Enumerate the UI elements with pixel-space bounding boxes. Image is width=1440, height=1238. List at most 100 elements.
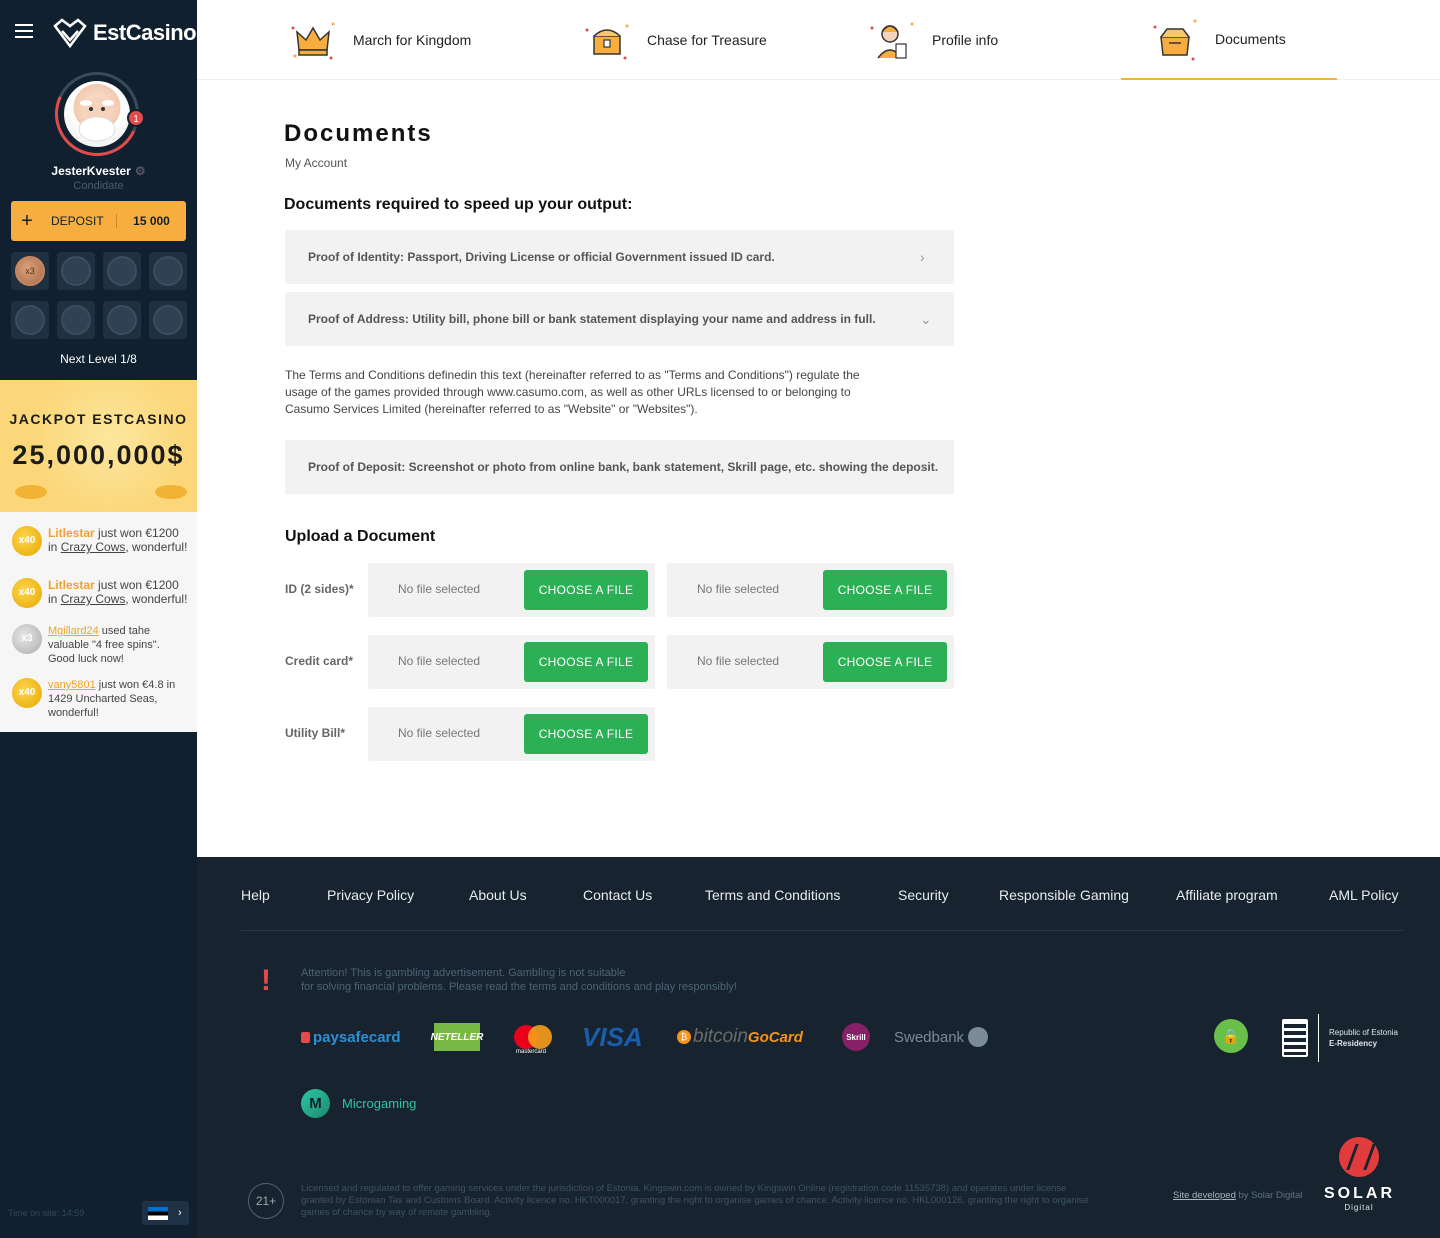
locked-coin-icon [61, 305, 91, 335]
choose-file-button[interactable]: CHOOSE A FILE [524, 570, 648, 610]
level-slot[interactable]: x3 [11, 252, 49, 290]
footer-link-aml[interactable]: AML Policy [1329, 887, 1399, 903]
footer-link-affiliate[interactable]: Affiliate program [1176, 887, 1278, 903]
locked-coin-icon [153, 256, 183, 286]
file-status: No file selected [697, 654, 780, 668]
file-upload-id-front: No file selected CHOOSE A FILE [368, 563, 655, 617]
e-residency-text: Republic of Estonia E-Residency [1329, 1027, 1398, 1049]
jackpot-title: JACKPOT ESTCASINO [9, 411, 188, 427]
coins-icon [155, 485, 187, 499]
gold-coin-icon: x40 [12, 678, 42, 708]
level-slot[interactable] [103, 252, 141, 290]
deposit-button[interactable]: + DEPOSIT 15 000 [11, 201, 186, 241]
tab-label: Profile info [932, 32, 999, 48]
tab-profile-info[interactable]: Profile info [862, 0, 998, 80]
user-panel: EstCasino 1 JesterKvester ⚙ Condidate + D… [0, 0, 197, 380]
crown-icon [291, 22, 335, 60]
feed-user[interactable]: Litlestar [48, 578, 95, 592]
paysafe-text: paysafecard [313, 1028, 401, 1046]
level-grid: x3 [11, 252, 187, 339]
notification-badge[interactable]: 1 [127, 109, 145, 127]
list-item: x40 Litlestar just won €1200 in Crazy Co… [0, 578, 197, 608]
accordion-proof-of-identity[interactable]: Proof of Identity: Passport, Driving Lic… [285, 230, 954, 284]
chevron-right-icon: › [178, 1207, 182, 1219]
level-slot[interactable] [103, 301, 141, 339]
footer-link-about[interactable]: About Us [469, 887, 527, 903]
avatar-image [64, 81, 130, 147]
feed-game-link[interactable]: Crazy Cows [61, 592, 126, 606]
footer-link-terms[interactable]: Terms and Conditions [705, 887, 840, 903]
avatar[interactable] [43, 60, 151, 168]
swedbank-text: Swedbank [894, 1028, 965, 1046]
username: JesterKvester ⚙ [0, 164, 197, 178]
level-slot[interactable] [149, 252, 187, 290]
profile-icon [870, 22, 914, 59]
level-slot[interactable] [57, 301, 95, 339]
mastercard-text: mastercard [516, 1049, 547, 1055]
site-developed-link[interactable]: Site developed [1173, 1190, 1236, 1201]
language-selector[interactable]: › [142, 1201, 189, 1225]
jackpot-banner[interactable]: JACKPOT ESTCASINO 25,000,000$ [0, 380, 197, 512]
sidebar: EstCasino 1 JesterKvester ⚙ Condidate + D… [0, 0, 197, 1238]
mastercard-logo: mastercard [514, 1017, 554, 1057]
list-item: x40 Litlestar just won €1200 in Crazy Co… [0, 526, 197, 556]
choose-file-button[interactable]: CHOOSE A FILE [823, 642, 947, 682]
breadcrumb[interactable]: My Account [285, 156, 347, 170]
file-upload-card-back: No file selected CHOOSE A FILE [667, 635, 954, 689]
accordion-proof-of-deposit[interactable]: Proof of Deposit: Screenshot or photo fr… [285, 440, 954, 494]
site-developer: Site developed by Solar Digital [1173, 1190, 1302, 1201]
footer-link-responsible-gaming[interactable]: Responsible Gaming [999, 887, 1129, 903]
file-status: No file selected [697, 582, 780, 596]
level-slot[interactable] [149, 301, 187, 339]
footer-link-security[interactable]: Security [898, 887, 949, 903]
gambling-warning: Attention! This is gambling advertisemen… [301, 966, 821, 994]
feed-user[interactable]: vany5801 [48, 679, 96, 691]
footer-link-contact[interactable]: Contact Us [583, 887, 652, 903]
paysafecard-logo: paysafecard [301, 1017, 401, 1057]
choose-file-button[interactable]: CHOOSE A FILE [524, 642, 648, 682]
settings-gear-icon[interactable]: ⚙ [135, 164, 146, 178]
feed-msg-end: , wonderful! [125, 592, 188, 606]
tab-march-for-kingdom[interactable]: March for Kingdom [283, 0, 471, 80]
level-slot[interactable] [57, 252, 95, 290]
microgaming-icon: M [301, 1089, 330, 1118]
jackpot-amount: 25,000,000$ [12, 440, 185, 470]
footer-link-privacy[interactable]: Privacy Policy [327, 887, 414, 903]
feed-user[interactable]: Mgillard24 [48, 625, 99, 637]
tab-documents[interactable]: Documents [1121, 0, 1337, 80]
footer-link-help[interactable]: Help [241, 887, 270, 903]
bitcoin-gocard-logo: ₿ bitcoin GoCard [677, 1017, 803, 1057]
box-icon [1153, 19, 1197, 61]
feed-game-link[interactable]: Crazy Cows [61, 540, 126, 554]
level-slot[interactable] [11, 301, 49, 339]
bitcoin-text: bitcoin [693, 1026, 748, 1047]
bronze-coin-icon: x3 [15, 256, 45, 286]
tab-chase-for-treasure[interactable]: Chase for Treasure [577, 0, 767, 80]
accordion-label: Proof of Address: Utility bill, phone bi… [308, 312, 876, 326]
feed-text: Litlestar just won €1200 in Crazy Cows, … [48, 526, 188, 556]
microgaming-logo: M Microgaming [301, 1089, 416, 1118]
accordion-proof-of-address[interactable]: Proof of Address: Utility bill, phone bi… [285, 292, 954, 346]
logo[interactable]: EstCasino [53, 16, 197, 50]
security-shield-icon: 🔒 [1214, 1019, 1248, 1053]
file-upload-id-back: No file selected CHOOSE A FILE [667, 563, 954, 617]
choose-file-button[interactable]: CHOOSE A FILE [524, 714, 648, 754]
file-status: No file selected [398, 726, 481, 740]
estonia-crest-icon [1282, 1019, 1308, 1057]
choose-file-button[interactable]: CHOOSE A FILE [823, 570, 947, 610]
feed-user[interactable]: Litlestar [48, 526, 95, 540]
locked-coin-icon [61, 256, 91, 286]
silver-coin-icon: x3 [12, 624, 42, 654]
solar-digital-logo[interactable]: SOLAR Digital [1324, 1137, 1394, 1212]
feed-text: Mgillard24 used tahe valuable "4 free sp… [48, 624, 188, 666]
list-item: x40 vany5801 just won €4.8 in 1429 Uncha… [0, 678, 197, 720]
user-rank: Condidate [73, 180, 124, 192]
visa-logo: VISA [582, 1021, 643, 1052]
file-upload-card-front: No file selected CHOOSE A FILE [368, 635, 655, 689]
menu-icon[interactable] [15, 24, 33, 38]
swedbank-icon [968, 1027, 989, 1047]
estonia-line-1: Republic of Estonia [1329, 1028, 1398, 1037]
bitcoin-icon: ₿ [677, 1030, 691, 1044]
file-status: No file selected [398, 582, 481, 596]
solar-sub-text: Digital [1344, 1203, 1374, 1212]
